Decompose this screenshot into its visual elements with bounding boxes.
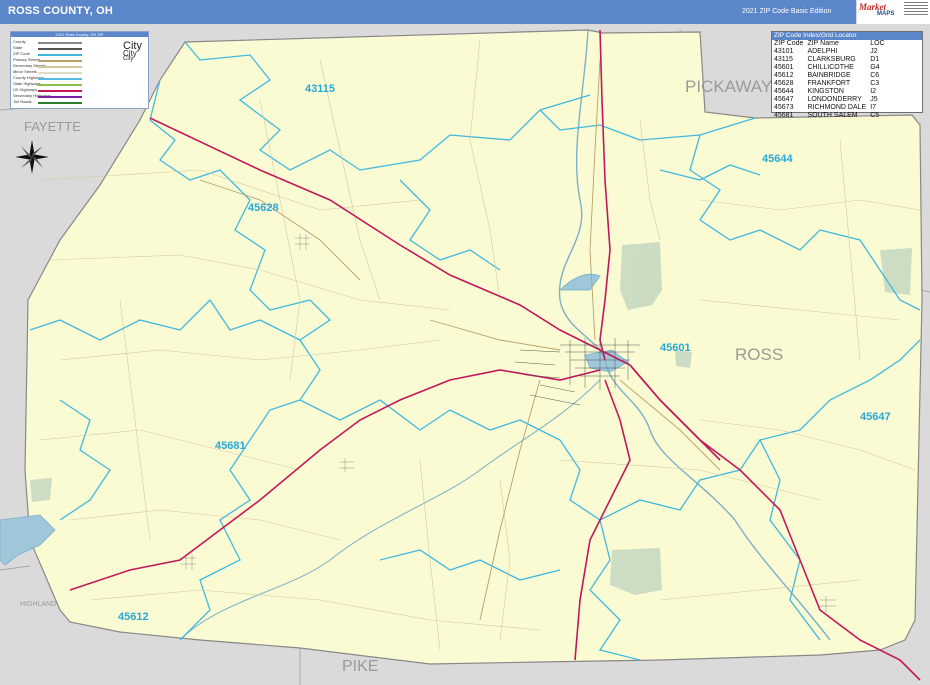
table-row: 43101 ADELPHI J2 (772, 48, 887, 56)
loc-cell: C3 (870, 80, 880, 87)
loc-cell: J5 (870, 96, 878, 103)
zip-code-cell: 45647 (774, 96, 794, 103)
legend-row-primary-streets: Primary Streets (13, 57, 41, 62)
legend-toll-line (38, 102, 82, 104)
zip-name-cell: SOUTH SALEM (807, 112, 858, 119)
table-row: 45647 LONDONDERRY J5 (772, 96, 887, 104)
zip-label-45681: 45681 (215, 440, 246, 452)
zip-label-45647: 45647 (860, 411, 891, 423)
zip-name-cell: CLARKSBURG (807, 56, 856, 63)
col-zip-name: ZIP Name (807, 40, 839, 47)
zip-code-cell: 45601 (774, 64, 794, 71)
legend-row-state: State (13, 45, 23, 50)
county-land (24, 29, 923, 665)
region-label-pickaway: PICKAWAY (685, 77, 772, 96)
table-row: 45673 RICHMOND DALE I7 (772, 104, 887, 112)
zip-name-cell: RICHMOND DALE (807, 104, 867, 111)
zip-index-heading: ZIP Code Index/Grid Locator (772, 32, 922, 40)
loc-cell: J2 (870, 48, 878, 55)
zip-code-cell: 43101 (774, 48, 794, 55)
zip-name-cell: ADELPHI (807, 48, 838, 55)
loc-cell: D1 (870, 56, 880, 63)
col-zip-code: ZIP Code (774, 40, 804, 47)
legend-row-zip: ZIP Code (13, 51, 30, 56)
zip-label-45628: 45628 (248, 202, 279, 214)
zip-code-cell: 45628 (774, 80, 794, 87)
loc-cell: C5 (870, 112, 880, 119)
table-row: 45681 SOUTH SALEM C5 (772, 112, 887, 120)
legend-minor-line (38, 72, 82, 74)
compass-rose-icon (15, 140, 49, 174)
legend-heading: 2021 Ross County, OH ZIP (11, 32, 148, 37)
table-row: 43115 CLARKSBURG D1 (772, 56, 887, 64)
table-row: 45628 FRANKFORT C3 (772, 80, 887, 88)
legend-county-hwy-line (38, 78, 82, 80)
legend-row-us-highways: US Highways (13, 87, 38, 92)
zip-index-header-row: ZIP Code ZIP Name LOC (772, 40, 887, 48)
zip-name-cell: KINGSTON (807, 88, 844, 95)
legend-state-hwy-line (38, 84, 82, 86)
table-row: 45612 BAINBRIDGE C6 (772, 72, 887, 80)
loc-cell: C6 (870, 72, 880, 79)
zip-label-45644: 45644 (762, 153, 793, 165)
zip-label-45612: 45612 (118, 611, 149, 623)
zip-code-cell: 45673 (774, 104, 794, 111)
legend-state-line (38, 48, 82, 50)
legend-row-toll-roads: Toll Roads (13, 99, 32, 104)
zip-code-cell: 45681 (774, 112, 794, 119)
loc-cell: I2 (870, 88, 877, 95)
legend-secondary-line (38, 66, 82, 68)
loc-cell: I7 (870, 104, 877, 111)
col-loc: LOC (870, 40, 885, 47)
zip-index-table: ZIP Code Index/Grid Locator ZIP Code ZIP… (771, 31, 923, 119)
loc-cell: G4 (870, 64, 880, 71)
region-label-pike: PIKE (342, 658, 378, 675)
legend-zip-line (38, 54, 82, 56)
legend-county-line (38, 42, 82, 44)
legend-row-county: County (13, 39, 26, 44)
region-label-fayette: FAYETTE (24, 119, 81, 134)
zip-label-43115: 43115 (305, 83, 335, 95)
zip-code-cell: 45612 (774, 72, 794, 79)
map-legend: 2021 Ross County, OH ZIP County State ZI… (10, 31, 149, 109)
zip-index-grid: ZIP Code ZIP Name LOC 43101 ADELPHI J2 431… (772, 40, 887, 120)
zip-code-cell: 45644 (774, 88, 794, 95)
legend-us-hwy-line (38, 90, 82, 92)
zip-name-cell: CHILLICOTHE (807, 64, 854, 71)
zip-name-cell: LONDONDERRY (807, 96, 862, 103)
zip-label-45601: 45601 (660, 342, 691, 354)
legend-secondary-hwy-line (38, 96, 82, 98)
legend-row-minor-streets: Minor Streets (13, 69, 37, 74)
table-row: 45601 CHILLICOTHE G4 (772, 64, 887, 72)
zip-code-cell: 43115 (774, 56, 793, 63)
region-label-ross: ROSS (735, 345, 783, 364)
legend-city-small: City (123, 56, 134, 62)
legend-primary-line (38, 60, 82, 62)
zip-name-cell: BAINBRIDGE (807, 72, 851, 79)
table-row: 45644 KINGSTON I2 (772, 88, 887, 96)
zip-name-cell: FRANKFORT (807, 80, 851, 87)
legend-row-state-highways: State Highways (13, 81, 41, 86)
region-label-highland: HIGHLAND (20, 601, 56, 608)
